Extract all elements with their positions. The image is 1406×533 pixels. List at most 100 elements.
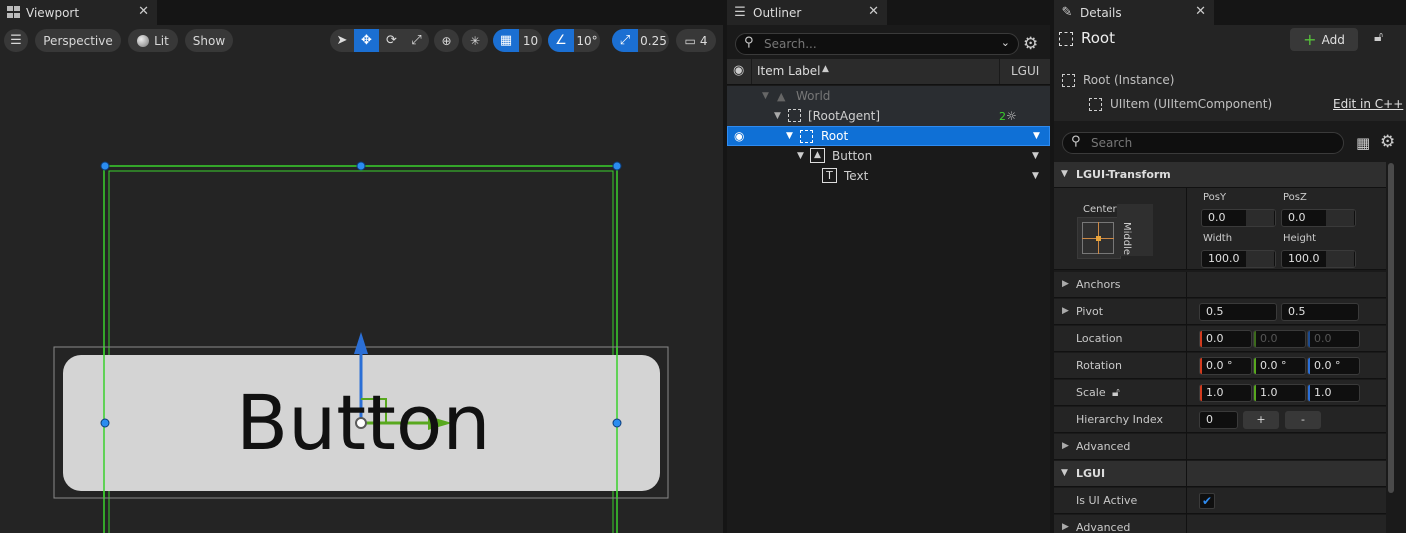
viewport-tab[interactable]: Viewport ✕ (0, 0, 157, 25)
resize-handle-right[interactable] (612, 418, 622, 428)
expand-arrow-icon[interactable]: ▶ (1062, 306, 1069, 316)
component-root-instance[interactable]: Root (Instance) (1062, 71, 1174, 89)
expand-arrow-icon: ▶ (1062, 279, 1069, 289)
translate-mode-button[interactable]: ✥ (354, 29, 379, 52)
hierarchy-decrement-button[interactable]: - (1285, 411, 1321, 429)
grid-snap-toggle[interactable]: ▦ (493, 29, 519, 52)
scale-z-value: 1.0 (1314, 386, 1332, 399)
scale-lock-icon[interactable]: 🔓︎ (1112, 385, 1120, 400)
world-icon: ▲ (777, 89, 786, 103)
location-y-value: 0.0 (1260, 332, 1278, 345)
scale-icon: ⤢ (411, 33, 422, 48)
rotation-y-input[interactable]: 0.0 ° (1253, 357, 1306, 375)
select-mode-button[interactable]: ➤ (330, 29, 354, 52)
anchors-row[interactable]: ▶ Anchors (1054, 272, 1386, 298)
pivot-y-input[interactable]: 0.5 (1281, 303, 1359, 321)
details-scrollbar[interactable] (1388, 163, 1394, 493)
close-icon[interactable]: ✕ (138, 4, 149, 19)
scale-mode-button[interactable]: ⤢ (404, 29, 429, 52)
expand-arrow-icon[interactable]: ▼ (797, 151, 804, 161)
outliner-label: Root (821, 129, 849, 143)
outliner-row-world[interactable]: ▼ ▲ World (727, 86, 1050, 106)
is-ui-active-checkbox[interactable]: ✔ (1199, 493, 1215, 509)
rotation-x-input[interactable]: 0.0 ° (1199, 357, 1252, 375)
is-ui-active-label: Is UI Active (1076, 494, 1138, 507)
location-y-input[interactable]: 0.0 (1253, 330, 1306, 348)
resize-handle-top-right[interactable] (612, 161, 622, 171)
text-icon: T (822, 168, 837, 183)
scale-y-input[interactable]: 1.0 (1253, 384, 1306, 402)
hierarchy-increment-button[interactable]: + (1243, 411, 1279, 429)
dropdown-arrow-icon[interactable]: ▼ (1032, 151, 1039, 161)
object-name: Root (1081, 29, 1115, 47)
scale-z-input[interactable]: 1.0 (1307, 384, 1360, 402)
expand-arrow-icon[interactable]: ▼ (774, 111, 781, 121)
expand-arrow-icon[interactable]: ▼ (786, 131, 793, 141)
gear-icon[interactable]: ⚙ (1380, 132, 1395, 152)
advanced-row[interactable]: ▶ Advanced (1054, 434, 1386, 460)
expand-arrow-icon[interactable]: ▼ (762, 91, 769, 101)
camera-speed-button[interactable]: ▭ 4 (676, 29, 716, 52)
pivot-x-input[interactable]: 0.5 (1199, 303, 1277, 321)
rotation-snap-value[interactable]: 10° (574, 29, 600, 52)
hierarchy-index-input[interactable]: 0 (1199, 411, 1238, 429)
rotation-snap-toggle[interactable]: ∠ (548, 29, 574, 52)
perspective-button[interactable]: Perspective (35, 29, 121, 52)
show-button[interactable]: Show (185, 29, 233, 52)
table-view-icon[interactable]: ▦ (1356, 134, 1370, 152)
viewport-scene[interactable]: Button (0, 56, 723, 533)
resize-handle-top-left[interactable] (100, 161, 110, 171)
gizmo-z-arrow[interactable] (354, 332, 368, 354)
camera-icon: ▭ (684, 33, 696, 48)
details-tab[interactable]: ✎ Details ✕ (1054, 0, 1214, 25)
transform-mode-group: ➤ ✥ ⟳ ⤢ (330, 29, 429, 52)
dropdown-arrow-icon[interactable]: ▼ (1033, 131, 1040, 141)
rotation-z-input[interactable]: 0.0 ° (1307, 357, 1360, 375)
edit-in-cpp-link[interactable]: Edit in C++ (1333, 97, 1403, 111)
anchor-preset-button[interactable] (1077, 217, 1121, 259)
item-label-column-header[interactable]: Item Label (757, 64, 821, 78)
location-z-input[interactable]: 0.0 (1307, 330, 1360, 348)
outliner-row-button[interactable]: ▼ ▲ Button ▼ (727, 146, 1050, 166)
location-x-input[interactable]: 0.0 (1199, 330, 1252, 348)
scale-snap-value[interactable]: 0.25 (638, 29, 669, 52)
outliner-row-root[interactable]: ◉ ▼ Root ▼ (727, 126, 1050, 146)
grid-snap-value[interactable]: 10 (519, 29, 542, 52)
scale-x-input[interactable]: 1.0 (1199, 384, 1252, 402)
component-uiitem[interactable]: UIItem (UIItemComponent) (1089, 95, 1272, 113)
resize-handle-left[interactable] (100, 418, 110, 428)
lgui-transform-category[interactable]: ▼ LGUI-Transform (1054, 162, 1386, 188)
coordinate-space-button[interactable]: ⊕ (434, 29, 459, 52)
lgui-column-header[interactable]: LGUI (1011, 64, 1039, 78)
close-icon[interactable]: ✕ (868, 4, 879, 19)
outliner-tab[interactable]: ☰ Outliner ✕ (727, 0, 887, 25)
advanced-row-2[interactable]: ▶ Advanced (1054, 515, 1386, 533)
pivot-label: Pivot (1076, 305, 1104, 318)
hierarchy-index-row: Hierarchy Index 0 + - (1054, 407, 1386, 433)
lit-button[interactable]: Lit (128, 29, 178, 52)
anchor-h-label: Center (1083, 204, 1117, 215)
chevron-down-icon[interactable]: ⌄ (1001, 36, 1010, 49)
surface-snap-button[interactable]: ✳ (462, 29, 488, 52)
lock-icon[interactable]: 🔓︎ (1374, 29, 1383, 45)
outliner-header: ◉ Item Label ▲ LGUI (727, 59, 1050, 85)
viewport-menu-button[interactable]: ☰ (4, 29, 28, 52)
viewport-toolbar: ☰ Perspective Lit Show ➤ ✥ ⟳ ⤢ ⊕ ✳ ▦ 10 … (0, 28, 723, 54)
close-icon[interactable]: ✕ (1195, 4, 1206, 19)
eye-icon[interactable]: ◉ (734, 129, 744, 143)
resize-handle-top[interactable] (356, 161, 366, 171)
outliner-search-input[interactable]: ⚲ Search... ⌄ (735, 33, 1019, 55)
outliner-row-text[interactable]: T Text ▼ (727, 166, 1050, 186)
outliner-row-rootagent[interactable]: ▼ [RootAgent] 2 ☼ (727, 106, 1050, 126)
scale-snap-toggle[interactable]: ⤢ (612, 29, 638, 52)
ui-item-icon (1062, 73, 1075, 87)
add-component-button[interactable]: + Add (1290, 28, 1358, 51)
lgui-category[interactable]: ▼ LGUI (1054, 461, 1386, 487)
outliner-label: World (796, 89, 831, 103)
dropdown-arrow-icon[interactable]: ▼ (1032, 171, 1039, 181)
visibility-column-icon[interactable]: ◉ (733, 63, 744, 78)
details-search-input[interactable]: ⚲ Search (1062, 132, 1344, 154)
rotate-mode-button[interactable]: ⟳ (379, 29, 404, 52)
gear-icon[interactable]: ⚙ (1023, 34, 1038, 54)
anchor-size-block: Center Middle PosY PosZ 0.0 0.0 Width He… (1054, 188, 1386, 270)
